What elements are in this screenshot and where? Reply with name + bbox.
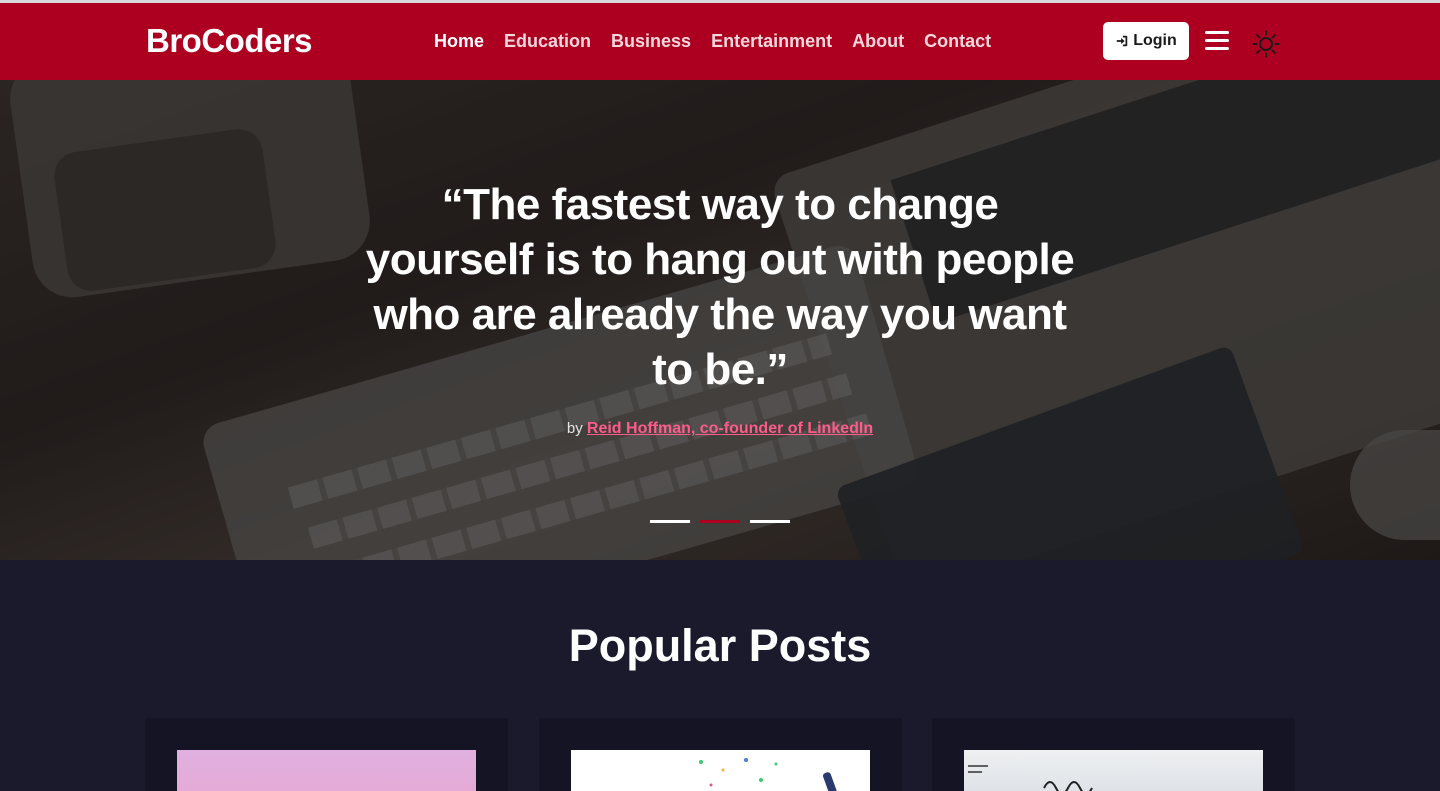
nav-link-home[interactable]: Home (434, 31, 484, 52)
nav-link-about[interactable]: About (852, 31, 904, 52)
nav-link-education[interactable]: Education (504, 31, 591, 52)
carousel-indicators (650, 520, 790, 523)
login-button[interactable]: Login (1103, 22, 1189, 60)
carousel-indicator-3[interactable] (750, 520, 790, 523)
nav-link-entertainment[interactable]: Entertainment (711, 31, 832, 52)
post-thumbnail[interactable] (964, 750, 1263, 791)
post-card[interactable] (932, 718, 1295, 791)
nav-links: Home Education Business Entertainment Ab… (434, 31, 991, 52)
navbar: BroCoders Home Education Business Entert… (0, 3, 1440, 80)
popular-posts-heading: Popular Posts (568, 620, 872, 671)
post-card[interactable] (539, 718, 902, 791)
sun-icon[interactable] (1252, 30, 1280, 58)
post-thumbnail[interactable] (177, 750, 476, 791)
nav-link-contact[interactable]: Contact (924, 31, 991, 52)
byline-prefix: by (566, 420, 583, 437)
login-label: Login (1133, 32, 1177, 49)
hero-quote: “The fastest way to change yourself is t… (365, 180, 1075, 394)
hero-carousel: “The fastest way to change yourself is t… (0, 80, 1440, 560)
menu-icon[interactable] (1205, 31, 1229, 53)
quote-byline: by Reid Hoffman, co-founder of LinkedIn (360, 420, 1080, 438)
carousel-indicator-1[interactable] (650, 520, 690, 523)
nav-link-business[interactable]: Business (611, 31, 691, 52)
post-thumbnail[interactable] (571, 750, 870, 791)
carousel-indicator-2[interactable] (700, 520, 740, 523)
sign-in-icon (1116, 35, 1128, 47)
quote-author-link[interactable]: Reid Hoffman, co-founder of LinkedIn (587, 420, 873, 437)
brand-logo[interactable]: BroCoders (146, 22, 313, 60)
post-card[interactable] (145, 718, 508, 791)
